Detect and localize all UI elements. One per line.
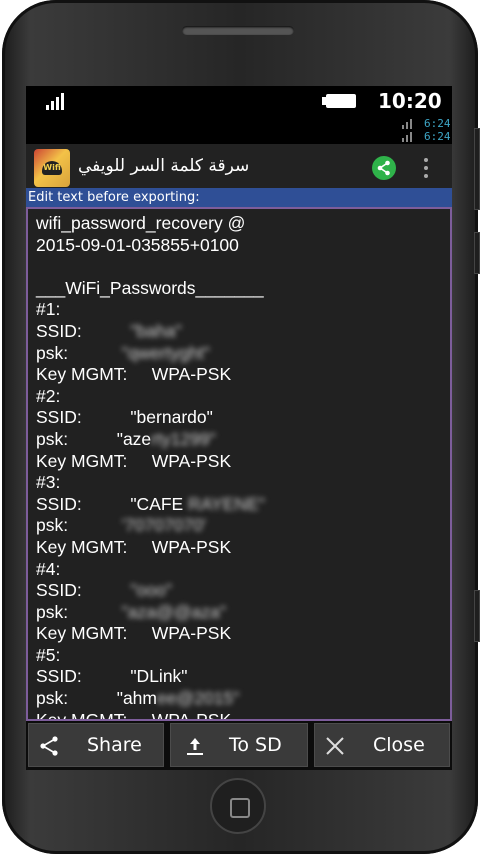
export-header: 2015-09-01-035855+0100 — [36, 234, 239, 255]
share-icon[interactable] — [372, 156, 396, 180]
export-header: wifi_password_recovery @ — [36, 213, 246, 233]
app-title: سرقة كلمة السر للويفي — [78, 156, 250, 176]
mgmt-value: WPA-PSK — [151, 623, 232, 644]
app-logo-icon[interactable]: Wifi — [34, 149, 70, 187]
psk-value: '70707070' — [121, 515, 207, 536]
notification-time: 6:24 — [424, 130, 451, 143]
upload-icon — [187, 738, 203, 755]
entry-index: #3: — [36, 472, 61, 493]
overflow-menu-icon[interactable] — [424, 158, 428, 178]
ssid-value: "baha" — [130, 320, 182, 341]
share-button[interactable]: Share — [28, 723, 164, 767]
psk-value: "qwertyght" — [121, 342, 210, 363]
share-button-label: Share — [87, 734, 142, 756]
bottom-button-bar: Share To SD Close — [26, 721, 452, 770]
to-sd-button[interactable]: To SD — [170, 723, 308, 767]
entry-index: #2: — [36, 385, 61, 406]
psk-value: "aze — [116, 428, 152, 449]
close-icon — [326, 737, 344, 755]
entry-index: #5: — [36, 644, 61, 665]
side-button — [474, 232, 480, 274]
ssid-value: "bernardo" — [130, 407, 213, 428]
side-button — [474, 590, 480, 642]
psk-value: "ahm — [116, 688, 157, 709]
export-text-editor[interactable]: wifi_password_recovery @ 2015-09-01-0358… — [26, 207, 452, 721]
status-bar: 10:20 — [26, 86, 452, 116]
action-bar: Wifi سرقة كلمة السر للويفي — [26, 144, 452, 192]
ssid-value: "DLink" — [130, 666, 188, 687]
signal-small-icon — [402, 131, 416, 142]
home-button[interactable] — [210, 778, 266, 834]
battery-icon — [322, 94, 356, 108]
export-text-content: wifi_password_recovery @ 2015-09-01-0358… — [36, 213, 436, 721]
notification-time: 6:24 — [424, 117, 451, 130]
section-title: ___WiFi_Passwords_______ — [36, 277, 264, 298]
close-button[interactable]: Close — [314, 723, 450, 767]
status-clock: 10:20 — [378, 89, 442, 113]
entry-index: #1: — [36, 299, 61, 320]
earpiece-speaker — [182, 26, 294, 35]
signal-small-icon — [402, 118, 416, 129]
device-screen: 10:20 6:24 6:24 Wifi سرقة كلمة السر للوي… — [26, 86, 452, 770]
signal-icon — [46, 92, 68, 110]
app-logo-label: Wifi — [42, 161, 62, 175]
psk-value: "aza@@aza" — [121, 601, 226, 622]
share-icon — [40, 736, 58, 756]
side-button — [474, 128, 480, 210]
mgmt-value: WPA-PSK — [151, 709, 232, 721]
mgmt-value: WPA-PSK — [151, 450, 232, 471]
edit-hint-label: Edit text before exporting: — [26, 188, 452, 207]
notification-bar: 6:24 6:24 — [26, 116, 452, 144]
mgmt-value: WPA-PSK — [151, 536, 232, 557]
ssid-value: "CAFE — [130, 493, 184, 514]
close-button-label: Close — [373, 734, 425, 756]
mgmt-value: WPA-PSK — [151, 364, 232, 385]
to-sd-button-label: To SD — [229, 734, 282, 756]
entry-index: #4: — [36, 558, 61, 579]
ssid-value: "ooo" — [130, 580, 172, 601]
